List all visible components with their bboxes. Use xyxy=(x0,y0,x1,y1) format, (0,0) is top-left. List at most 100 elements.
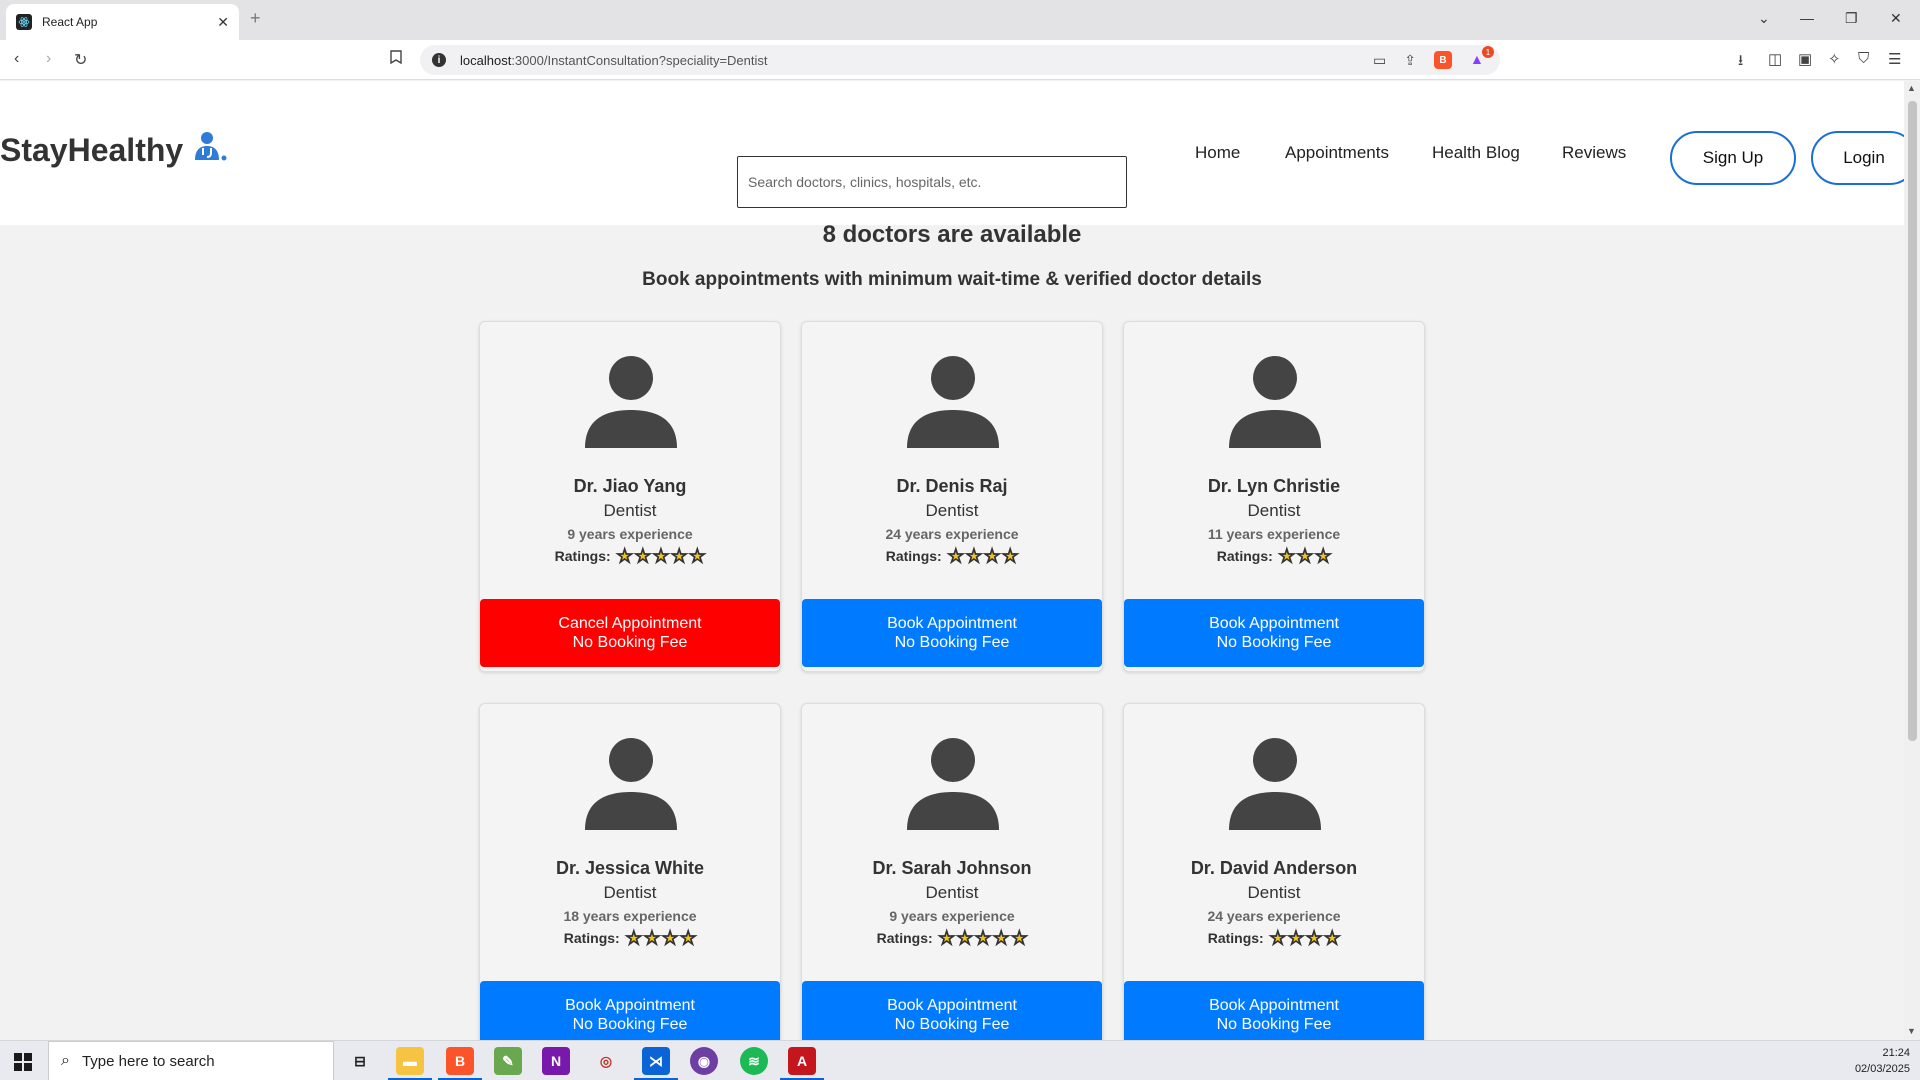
window-close-icon[interactable]: ✕ xyxy=(1890,10,1902,27)
doctor-experience: 11 years experience xyxy=(1207,526,1341,542)
notepad-icon[interactable]: ✎ xyxy=(494,1047,522,1075)
book-appointment-button[interactable]: Book Appointment No Booking Fee xyxy=(802,599,1102,667)
taskbar-search-placeholder: Type here to search xyxy=(81,1052,215,1070)
doctor-card: Dr. Jiao Yang Dentist 9 years experience Ra… xyxy=(479,321,781,672)
rating-star-icon: ★ xyxy=(956,928,973,948)
rating-star-icon: ★ xyxy=(616,546,633,566)
menu-icon[interactable]: ☰ xyxy=(1888,50,1901,68)
task-view-icon[interactable]: ⊟ xyxy=(346,1047,374,1075)
doctor-avatar-icon xyxy=(1229,356,1321,448)
brave-rewards-icon[interactable]: ▲ 1 xyxy=(1470,46,1494,69)
bookmark-icon[interactable] xyxy=(390,50,402,69)
scroll-up-icon[interactable]: ▲ xyxy=(1907,83,1916,93)
nav-link-reviews[interactable]: Reviews xyxy=(1562,143,1626,163)
doctor-avatar-icon xyxy=(907,738,999,830)
file-explorer-icon[interactable]: ▬ xyxy=(396,1047,424,1075)
button-action-label: Book Appointment xyxy=(887,615,1017,632)
leo-ai-icon[interactable]: ✧ xyxy=(1828,50,1841,68)
wallet-icon[interactable]: ▣ xyxy=(1798,50,1812,68)
book-appointment-button[interactable]: Book Appointment No Booking Fee xyxy=(1124,981,1424,1040)
rating-star-icon: ★ xyxy=(1002,546,1019,566)
doctor-avatar-icon xyxy=(585,356,677,448)
button-fee-label: No Booking Fee xyxy=(1216,1016,1332,1033)
rating-star-icon: ★ xyxy=(1011,928,1028,948)
vscode-icon[interactable]: ⋊ xyxy=(642,1047,670,1075)
system-clock[interactable]: 21:24 02/03/2025 xyxy=(1855,1045,1910,1077)
scroll-down-icon[interactable]: ▼ xyxy=(1907,1026,1916,1036)
doctor-experience: 24 years experience xyxy=(885,526,1019,542)
book-appointment-button[interactable]: Book Appointment No Booking Fee xyxy=(1124,599,1424,667)
rating-stars: ★ ★ ★ ★ ★ xyxy=(616,546,706,566)
site-logo[interactable]: StayHealthy xyxy=(0,131,227,169)
scroll-thumb[interactable] xyxy=(1908,101,1917,741)
doctor-search-input[interactable] xyxy=(737,156,1127,208)
paint-icon[interactable]: ◎ xyxy=(592,1047,620,1075)
doctor-card: Dr. Lyn Christie Dentist 11 years experien… xyxy=(1123,321,1425,672)
new-tab-icon[interactable]: + xyxy=(250,8,261,29)
rating-star-icon: ★ xyxy=(1305,928,1323,948)
doctor-speciality: Dentist xyxy=(1247,501,1301,520)
site-navbar: StayHealthy Home Appointments Health Blo… xyxy=(0,81,1904,225)
doctor-speciality: Dentist xyxy=(925,501,979,520)
doctor-rating: Ratings: ★ ★ ★ ★ xyxy=(1124,928,1424,948)
address-bar[interactable]: i localhost:3000/InstantConsultation?spe… xyxy=(420,45,1500,75)
button-action-label: Book Appointment xyxy=(887,997,1017,1014)
book-appointment-button[interactable]: Book Appointment No Booking Fee xyxy=(802,981,1102,1040)
site-info-icon[interactable]: i xyxy=(432,53,446,67)
doctor-speciality: Dentist xyxy=(603,883,657,902)
page-scrollbar[interactable]: ▲ ▼ xyxy=(1904,81,1920,1040)
react-favicon-icon xyxy=(16,14,32,30)
url-text[interactable]: localhost:3000/InstantConsultation?speci… xyxy=(460,53,768,68)
doctor-name: Dr. Denis Raj xyxy=(896,476,1008,496)
doctor-speciality: Dentist xyxy=(1247,883,1301,902)
cancel-appointment-button[interactable]: Cancel Appointment No Booking Fee xyxy=(480,599,780,667)
rating-stars: ★ ★ ★ xyxy=(1278,546,1332,566)
browser-toolbar: ‹ › ↻ i localhost:3000/InstantConsultati… xyxy=(0,40,1920,80)
doctor-name: Dr. Lyn Christie xyxy=(1207,476,1341,496)
rewards-badge: 1 xyxy=(1482,46,1494,58)
taskbar-search-box[interactable]: ⌕ Type here to search xyxy=(48,1041,334,1080)
tab-search-chevron-icon[interactable]: ⌄ xyxy=(1758,10,1770,27)
rating-star-icon: ★ xyxy=(974,928,992,948)
book-appointment-button[interactable]: Book Appointment No Booking Fee xyxy=(480,981,780,1040)
cast-icon[interactable]: ▭ xyxy=(1373,52,1386,69)
doctor-name: Dr. Sarah Johnson xyxy=(872,858,1032,878)
sidebar-icon[interactable]: ◫ xyxy=(1768,50,1782,68)
rating-star-icon: ★ xyxy=(1324,928,1341,948)
doctor-card: Dr. Denis Raj Dentist 24 years experience R… xyxy=(801,321,1103,672)
spotify-icon[interactable]: ≋ xyxy=(740,1047,768,1075)
acrobat-icon[interactable]: A xyxy=(788,1047,816,1075)
nav-link-health-blog[interactable]: Health Blog xyxy=(1432,143,1520,163)
page-content: StayHealthy Home Appointments Health Blo… xyxy=(0,81,1904,1040)
brave-browser-icon[interactable]: B xyxy=(446,1047,474,1075)
rating-star-icon: ★ xyxy=(1287,928,1304,948)
ratings-label: Ratings: xyxy=(1207,930,1264,946)
rating-star-icon: ★ xyxy=(689,546,706,566)
tab-close-icon[interactable]: ✕ xyxy=(217,14,229,31)
rating-star-icon: ★ xyxy=(1315,546,1332,566)
vpn-icon[interactable]: ⛉ xyxy=(1858,50,1869,67)
nav-link-appointments[interactable]: Appointments xyxy=(1285,143,1389,163)
github-desktop-icon[interactable]: ◉ xyxy=(690,1047,718,1075)
windows-start-icon[interactable] xyxy=(14,1053,32,1071)
ratings-label: Ratings: xyxy=(554,548,611,564)
minimize-icon[interactable]: — xyxy=(1800,10,1814,26)
rating-stars: ★ ★ ★ ★ xyxy=(625,929,697,948)
rating-star-icon: ★ xyxy=(652,546,670,566)
onenote-icon[interactable]: N xyxy=(542,1047,570,1075)
share-icon[interactable]: ⇪ xyxy=(1404,52,1416,69)
forward-icon[interactable]: › xyxy=(46,50,51,68)
sign-up-button[interactable]: Sign Up xyxy=(1670,131,1796,185)
restore-icon[interactable]: ❐ xyxy=(1845,10,1858,27)
windows-taskbar: ⌕ Type here to search ⊟ ▬ B ✎ N ◎ ⋊ ◉ ≋ … xyxy=(0,1040,1920,1080)
button-action-label: Book Appointment xyxy=(1209,615,1339,632)
download-icon[interactable]: ⭳ xyxy=(1738,50,1743,75)
browser-tab[interactable]: React App ✕ xyxy=(6,4,239,40)
back-icon[interactable]: ‹ xyxy=(14,50,19,68)
brave-shields-icon[interactable]: B xyxy=(1434,51,1452,69)
doctor-card: Dr. David Anderson Dentist 24 years experi… xyxy=(1123,703,1425,1040)
doctor-rating: Ratings: ★ ★ ★ ★ xyxy=(802,546,1102,566)
nav-link-home[interactable]: Home xyxy=(1195,143,1240,163)
reload-icon[interactable]: ↻ xyxy=(74,50,87,70)
login-button[interactable]: Login xyxy=(1811,131,1904,185)
